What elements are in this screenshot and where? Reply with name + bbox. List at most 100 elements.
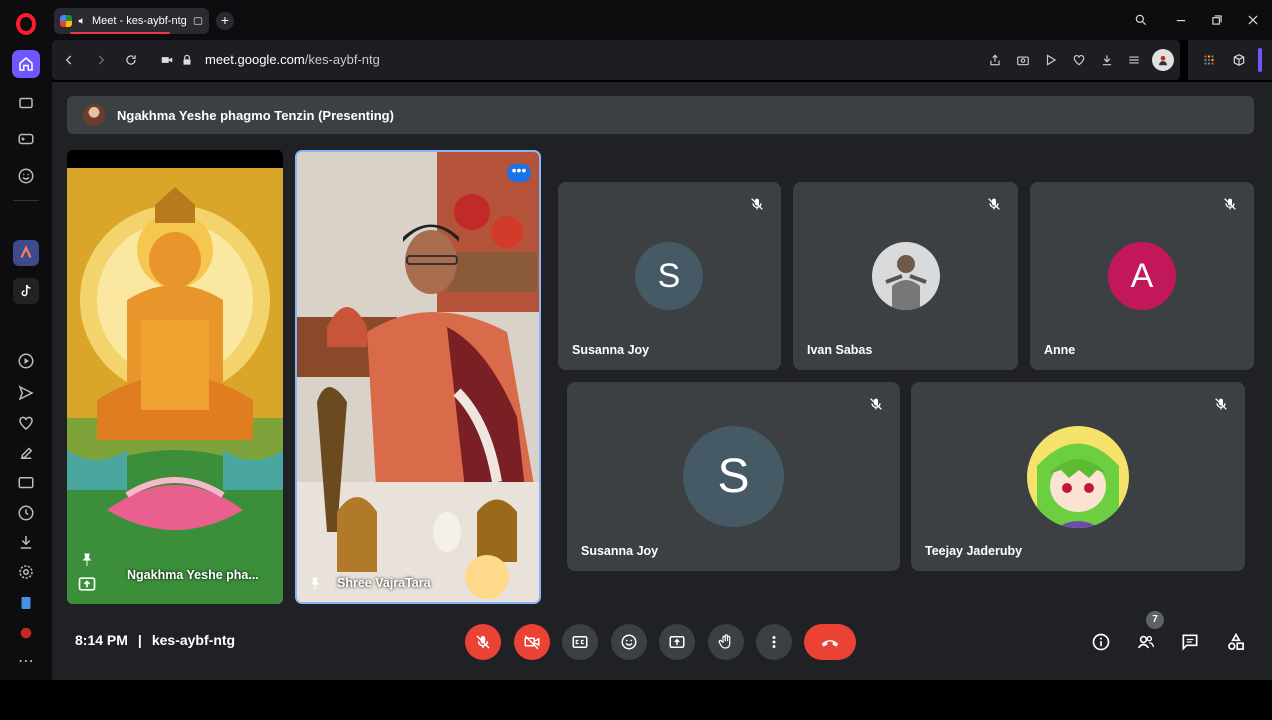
participant-name: Shree VajraTara [337, 576, 431, 590]
downloads-icon[interactable] [13, 529, 39, 555]
cube-extension-icon[interactable] [1230, 51, 1248, 69]
player-icon[interactable] [13, 348, 39, 374]
extension-icon[interactable] [13, 590, 39, 616]
more-options-button[interactable] [756, 624, 792, 660]
heart-icon[interactable] [13, 410, 39, 436]
easy-setup-icon[interactable] [1125, 51, 1143, 69]
mic-muted-icon [1215, 398, 1227, 410]
chat-button[interactable] [1178, 630, 1202, 654]
raise-hand-button[interactable] [708, 624, 744, 660]
restore-icon[interactable] [1206, 10, 1228, 30]
info-icon [1092, 633, 1110, 651]
presenter-avatar [83, 104, 105, 126]
mic-toggle-button[interactable] [465, 624, 501, 660]
home-icon[interactable] [12, 50, 40, 78]
flow-send-icon[interactable] [1042, 51, 1060, 69]
video-tile[interactable]: ••• Shree VajraTara [295, 150, 541, 604]
opera-logo-icon[interactable] [16, 13, 36, 35]
mic-muted-icon [751, 198, 763, 210]
apps-grid-icon[interactable] [1200, 51, 1218, 69]
meeting-details-button[interactable] [1089, 630, 1113, 654]
search-icon[interactable] [1130, 10, 1152, 30]
participant-tile[interactable]: Teejay Jaderuby [911, 382, 1245, 571]
url-path: /kes-aybf-ntg [304, 52, 380, 67]
leave-call-button[interactable] [804, 624, 856, 660]
participant-avatar: A [1108, 242, 1176, 310]
cast-icon[interactable] [13, 470, 39, 496]
hand-icon [718, 634, 731, 649]
meet-window: Ngakhma Yeshe phagmo Tenzin (Presenting)… [52, 82, 1272, 680]
participant-avatar: S [683, 426, 784, 527]
extensions-area [1188, 40, 1272, 80]
gamepad-icon[interactable] [13, 126, 39, 152]
reactions-button[interactable] [611, 624, 647, 660]
pin-icon[interactable] [79, 552, 95, 568]
camera-toggle-button[interactable] [514, 624, 550, 660]
meeting-separator: | [137, 632, 142, 648]
mic-off-icon [476, 635, 490, 649]
close-icon[interactable] [1242, 10, 1264, 30]
minimize-icon[interactable] [1170, 10, 1192, 30]
participant-name: Susanna Joy [572, 343, 650, 357]
present-screen-icon [669, 636, 685, 648]
sidebar-accent [1258, 48, 1262, 72]
more-icon[interactable]: ⋯ [13, 648, 39, 674]
people-button[interactable] [1134, 630, 1158, 654]
camera-indicator-icon[interactable] [158, 51, 176, 69]
download-icon[interactable] [1098, 51, 1116, 69]
snapshot-icon[interactable] [1014, 51, 1032, 69]
settings-icon[interactable] [13, 559, 39, 585]
tab-preview-icon[interactable] [193, 16, 203, 26]
aria-ai-icon[interactable] [13, 240, 39, 266]
participant-tile[interactable]: S Susanna Joy [558, 182, 781, 370]
participant-tile[interactable]: S Susanna Joy [567, 382, 900, 571]
new-tab-button[interactable]: + [216, 12, 234, 30]
participant-name: Susanna Joy [581, 544, 659, 558]
reload-icon[interactable] [122, 51, 140, 69]
tab-meet[interactable]: Meet - kes-aybf-ntg [54, 8, 209, 34]
meeting-time: 8:14 PM [75, 632, 128, 648]
vpn-icon[interactable] [13, 620, 39, 646]
captions-button[interactable] [562, 624, 598, 660]
back-icon[interactable] [60, 51, 78, 69]
tabs-icon[interactable] [13, 90, 39, 116]
participant-name: Teejay Jaderuby [925, 544, 1023, 558]
browser-sidebar: ⋯ [0, 0, 52, 680]
smiley-icon [621, 634, 637, 650]
participant-avatar-anime [1027, 426, 1129, 528]
participant-tile[interactable]: A Anne [1030, 182, 1254, 370]
participant-avatar-photo [872, 242, 940, 310]
speaker-icon[interactable] [77, 16, 87, 26]
participant-name: Ivan Sabas [807, 343, 873, 357]
activities-button[interactable] [1224, 630, 1248, 654]
mic-muted-icon [988, 198, 1000, 210]
present-screen-button[interactable] [659, 624, 695, 660]
presenting-screen-icon [78, 577, 96, 591]
tiktok-icon[interactable] [13, 278, 39, 304]
edit-icon[interactable] [13, 440, 39, 466]
lock-icon[interactable] [178, 51, 196, 69]
url-field[interactable]: meet.google.com/kes-aybf-ntg [205, 52, 380, 67]
history-icon[interactable] [13, 500, 39, 526]
participant-tile[interactable]: Ivan Sabas [793, 182, 1018, 370]
profile-avatar-icon[interactable] [1152, 49, 1174, 71]
url-domain: meet.google.com [205, 52, 305, 67]
presenting-banner[interactable]: Ngakhma Yeshe phagmo Tenzin (Presenting) [67, 96, 1254, 134]
pin-icon[interactable] [307, 576, 323, 592]
emoji-icon[interactable] [13, 163, 39, 189]
meeting-code[interactable]: kes-aybf-ntg [152, 632, 235, 648]
meet-favicon-icon [60, 15, 72, 27]
camera-off-icon [524, 635, 540, 650]
share-icon[interactable] [986, 51, 1004, 69]
meeting-details: 8:14 PM | kes-aybf-ntg [75, 632, 235, 648]
send-icon[interactable] [13, 380, 39, 406]
more-options-icon[interactable]: ••• [507, 163, 531, 182]
tab-bar: Meet - kes-aybf-ntg + [52, 0, 1272, 40]
participant-count-badge: 7 [1146, 611, 1164, 629]
camera-feed-image [297, 152, 539, 602]
people-icon [1137, 635, 1155, 649]
forward-icon[interactable] [92, 51, 110, 69]
video-tile[interactable]: Ngakhma Yeshe pha... [67, 150, 283, 604]
bookmark-heart-icon[interactable] [1070, 51, 1088, 69]
activities-icon [1228, 632, 1244, 650]
